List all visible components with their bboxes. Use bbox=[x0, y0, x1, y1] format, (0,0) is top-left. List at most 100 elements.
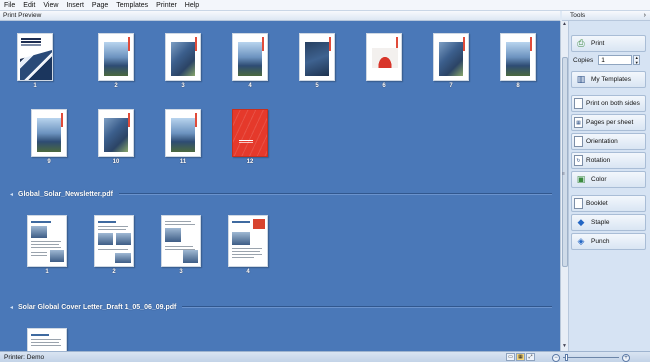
print-both-sides-label: Print on both sides bbox=[586, 100, 640, 107]
page-thumbnail[interactable]: 2 bbox=[93, 33, 139, 89]
page-thumbnail[interactable]: 7 bbox=[428, 33, 474, 89]
collapse-icon[interactable]: ◂ bbox=[10, 191, 13, 198]
page-image bbox=[27, 328, 67, 351]
scroll-up-icon[interactable]: ▲ bbox=[561, 21, 568, 29]
print-preview-area[interactable]: 1 2 3 4 5 6 7 8 9 10 11 12 ◂ Global_Sola… bbox=[0, 21, 560, 351]
zoom-out-icon[interactable]: − bbox=[552, 353, 560, 362]
page-thumbnail[interactable]: 4 bbox=[227, 33, 273, 89]
page-number: 10 bbox=[112, 159, 120, 165]
page-number: 11 bbox=[179, 159, 187, 165]
print-button[interactable]: ⎙ Print bbox=[571, 35, 646, 52]
page-thumbnail[interactable]: 11 bbox=[160, 109, 206, 165]
vertical-scrollbar[interactable]: ▲ ≡ ▼ bbox=[560, 21, 568, 351]
page-number: 4 bbox=[246, 269, 250, 275]
punch-label: Punch bbox=[591, 238, 610, 245]
page-image bbox=[98, 109, 134, 157]
document-name: Global_Solar_Newsletter.pdf bbox=[18, 190, 113, 198]
menu-edit[interactable]: Edit bbox=[23, 2, 35, 9]
punch-button[interactable]: ◈ Punch bbox=[571, 233, 646, 250]
page-image bbox=[17, 33, 53, 81]
page-image bbox=[299, 33, 335, 81]
page-number: 12 bbox=[246, 159, 254, 165]
menu-templates[interactable]: Templates bbox=[116, 2, 148, 9]
document-name: Solar Global Cover Letter_Draft 1_05_06_… bbox=[18, 303, 177, 311]
print-label: Print bbox=[591, 40, 605, 47]
page-number: 6 bbox=[382, 83, 386, 89]
chevron-right-icon[interactable]: › bbox=[644, 11, 646, 21]
page-thumbnail[interactable]: 12 bbox=[227, 109, 273, 165]
duplex-icon bbox=[574, 98, 583, 109]
page-number: 2 bbox=[112, 269, 116, 275]
templates-icon: ▥ bbox=[576, 74, 586, 84]
document-section-header[interactable]: ◂ Global_Solar_Newsletter.pdf bbox=[10, 189, 552, 199]
menu-insert[interactable]: Insert bbox=[66, 2, 84, 9]
preview-panel-title: Print Preview bbox=[0, 11, 560, 21]
page-image bbox=[165, 109, 201, 157]
page-number: 5 bbox=[315, 83, 319, 89]
tools-panel: ⎙ Print Copies ▲▼ ▥ My Templates Print o… bbox=[568, 21, 650, 351]
multi-page-view-icon[interactable]: ▦ bbox=[516, 353, 525, 361]
punch-icon: ◈ bbox=[577, 236, 585, 246]
print-both-sides-button[interactable]: Print on both sides bbox=[571, 95, 646, 112]
menu-view[interactable]: View bbox=[43, 2, 58, 9]
tools-panel-title: Tools › bbox=[562, 11, 650, 21]
my-templates-button[interactable]: ▥ My Templates bbox=[571, 71, 646, 88]
page-image bbox=[31, 109, 67, 157]
copies-label: Copies bbox=[573, 56, 594, 64]
staple-label: Staple bbox=[591, 219, 610, 226]
page-thumbnail[interactable]: 1 bbox=[12, 33, 58, 89]
menu-file[interactable]: File bbox=[4, 2, 15, 9]
page-thumbnail[interactable]: 5 bbox=[294, 33, 340, 89]
page-thumbnail[interactable]: 3 bbox=[158, 215, 204, 275]
zoom-slider-handle[interactable] bbox=[565, 354, 568, 361]
page-thumbnail[interactable]: 6 bbox=[361, 33, 407, 89]
color-icon: ▣ bbox=[576, 174, 586, 184]
document-section-header[interactable]: ◂ Solar Global Cover Letter_Draft 1_05_0… bbox=[10, 302, 552, 312]
page-thumbnail[interactable]: 4 bbox=[225, 215, 271, 275]
orientation-button[interactable]: Orientation bbox=[571, 133, 646, 150]
page-number: 3 bbox=[181, 83, 185, 89]
my-templates-label: My Templates bbox=[591, 76, 631, 83]
page-number: 7 bbox=[449, 83, 453, 89]
menu-help[interactable]: Help bbox=[185, 2, 199, 9]
section-divider bbox=[118, 193, 552, 195]
menu-printer[interactable]: Printer bbox=[156, 2, 177, 9]
menu-page[interactable]: Page bbox=[92, 2, 108, 9]
page-image bbox=[366, 33, 402, 81]
page-thumbnail[interactable]: 1 bbox=[24, 215, 70, 275]
page-thumbnail[interactable]: 2 bbox=[91, 215, 137, 275]
section-divider bbox=[182, 306, 552, 308]
scroll-down-icon[interactable]: ▼ bbox=[561, 343, 568, 351]
page-thumbnail[interactable]: 10 bbox=[93, 109, 139, 165]
page-number: 3 bbox=[179, 269, 183, 275]
page-number: 8 bbox=[516, 83, 520, 89]
orientation-icon bbox=[574, 136, 583, 147]
booklet-icon bbox=[574, 198, 583, 209]
booklet-button[interactable]: Booklet bbox=[571, 195, 646, 212]
pages-per-sheet-icon: ▦ bbox=[574, 117, 583, 128]
single-page-view-icon[interactable]: ▭ bbox=[506, 353, 515, 361]
color-button[interactable]: ▣ Color bbox=[571, 171, 646, 188]
page-thumbnail[interactable]: 8 bbox=[495, 33, 541, 89]
collapse-icon[interactable]: ◂ bbox=[10, 304, 13, 311]
rotation-button[interactable]: ↻ Rotation bbox=[571, 152, 646, 169]
pages-per-sheet-button[interactable]: ▦ Pages per sheet bbox=[571, 114, 646, 131]
zoom-in-icon[interactable]: + bbox=[622, 353, 630, 362]
page-image bbox=[165, 33, 201, 81]
fit-view-icon[interactable]: ⤢ bbox=[526, 353, 535, 361]
page-image bbox=[500, 33, 536, 81]
staple-icon: ◆ bbox=[577, 217, 585, 227]
page-image bbox=[27, 215, 67, 267]
copies-stepper[interactable]: ▲ ▼ bbox=[633, 55, 641, 65]
copies-control: Copies ▲▼ bbox=[573, 54, 647, 66]
copies-input[interactable] bbox=[598, 55, 633, 65]
zoom-slider[interactable] bbox=[563, 354, 619, 361]
page-number: 1 bbox=[33, 83, 37, 89]
page-thumbnail[interactable]: 3 bbox=[160, 33, 206, 89]
rotation-label: Rotation bbox=[586, 157, 611, 164]
page-image bbox=[433, 33, 469, 81]
rotation-icon: ↻ bbox=[574, 155, 583, 166]
staple-button[interactable]: ◆ Staple bbox=[571, 214, 646, 231]
page-thumbnail[interactable]: 9 bbox=[26, 109, 72, 165]
page-thumbnail[interactable] bbox=[24, 328, 70, 351]
